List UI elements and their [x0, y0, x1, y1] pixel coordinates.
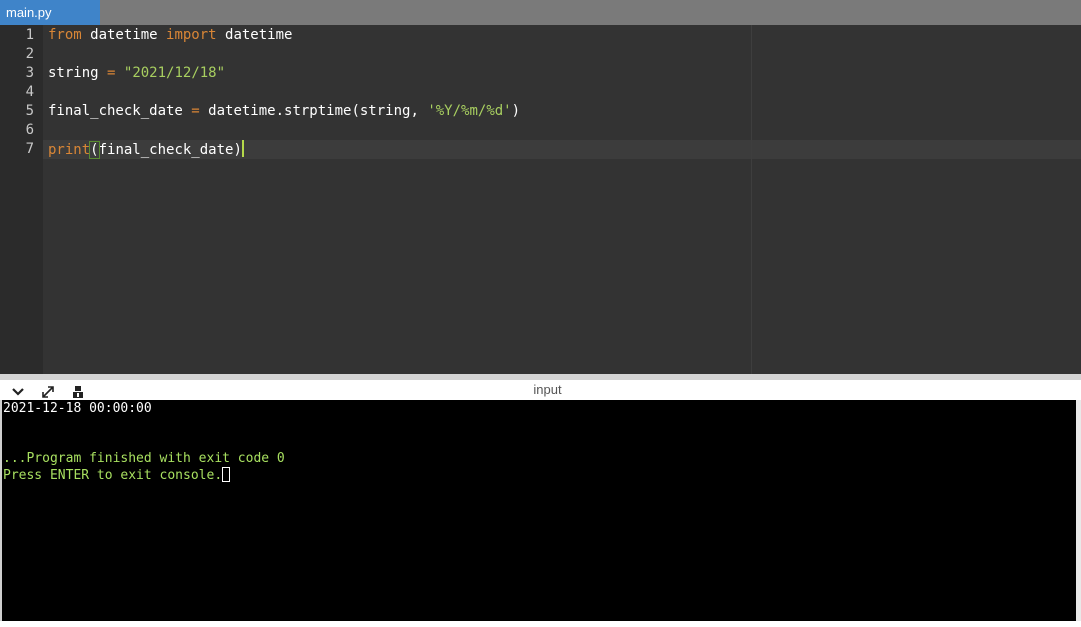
press-enter-line: Press ENTER to exit console. [3, 467, 231, 484]
code-line-5[interactable]: final_check_date = datetime.strptime(str… [48, 102, 520, 121]
matched-bracket: ( [89, 141, 100, 159]
string-literal: "2021/12/18" [123, 65, 226, 81]
string-literal: '%Y/%m/%d' [427, 103, 512, 119]
code-line-7[interactable]: print(final_check_date) [48, 140, 244, 159]
press-enter-text: Press ENTER to exit console. [3, 468, 223, 483]
code-text: final_check_date [98, 142, 234, 158]
text-cursor [241, 140, 244, 157]
line-number: 3 [25, 65, 34, 81]
program-output-line: 2021-12-18 00:00:00 [3, 401, 152, 416]
terminal-cursor [222, 467, 231, 482]
tab-bar: main.py [0, 0, 1081, 25]
code-text: ) [511, 103, 521, 119]
tab-main-py[interactable]: main.py [0, 0, 100, 25]
keyword: from [48, 27, 82, 43]
scrollbar-track[interactable] [1076, 400, 1081, 621]
code-line-3[interactable]: string = "2021/12/18" [48, 64, 225, 83]
console-header: input [0, 374, 1081, 400]
line-number: 5 [25, 103, 34, 119]
bottom-border [0, 621, 1081, 627]
exit-status-line: ...Program finished with exit code 0 [3, 451, 285, 466]
code-text: datetime.strptime(string, [199, 103, 428, 119]
line-number: 1 [25, 27, 34, 43]
line-number: 2 [25, 46, 34, 62]
code-editor[interactable]: 1 2 3 4 5 6 7 from datetime import datet… [0, 25, 1081, 374]
console-title: input [533, 382, 562, 397]
code-line-1[interactable]: from datetime import datetime [48, 26, 292, 45]
line-number: 4 [25, 84, 34, 100]
code-text: string [48, 65, 108, 81]
print-margin [751, 25, 752, 374]
close-bracket: ) [233, 142, 242, 158]
line-number-gutter: 1 2 3 4 5 6 7 [0, 25, 43, 374]
code-text: final_check_date [48, 103, 192, 119]
code-text: datetime [81, 27, 167, 43]
operator: = [191, 103, 200, 119]
keyword: print [48, 142, 91, 158]
code-text: datetime [216, 27, 293, 43]
line-number: 7 [25, 141, 34, 157]
line-number: 6 [25, 122, 34, 138]
console-output[interactable]: 2021-12-18 00:00:00 ...Program finished … [0, 400, 1076, 621]
keyword: import [166, 27, 217, 43]
